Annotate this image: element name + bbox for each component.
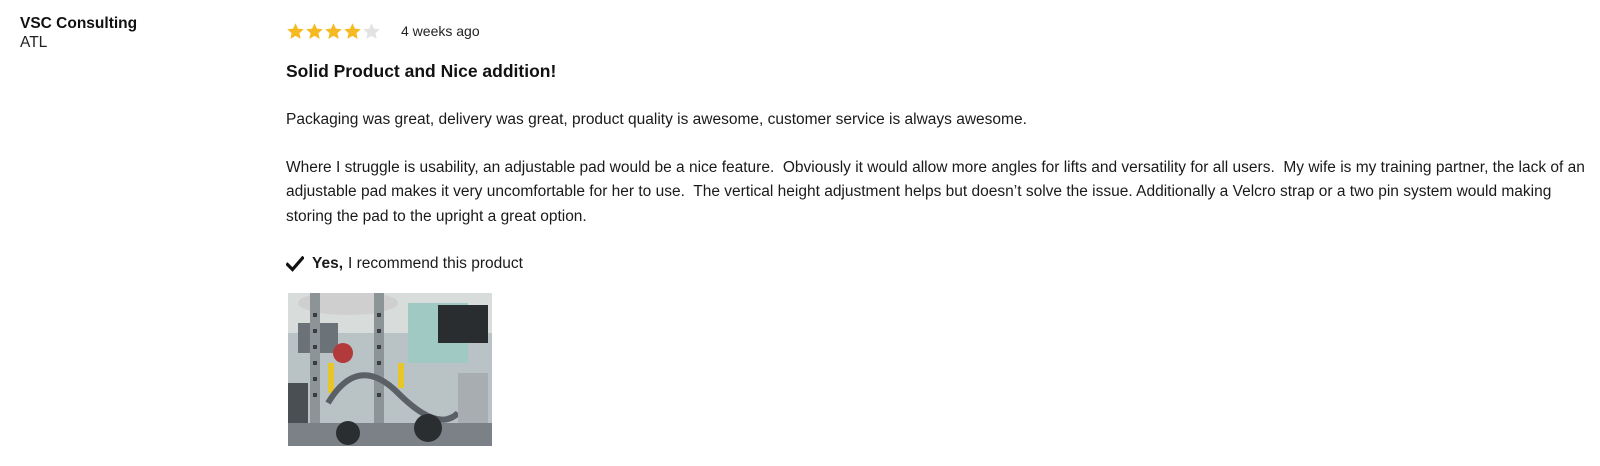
review-timestamp: 4 weeks ago bbox=[401, 23, 480, 39]
author-location: ATL bbox=[20, 34, 48, 51]
review-paragraph-2: Where I struggle is usability, an adjust… bbox=[286, 158, 1590, 225]
review-card: VSC Consulting ATL 4 weeks ago Solid Pro… bbox=[0, 0, 1600, 466]
recommend-text: I recommend this product bbox=[348, 255, 523, 272]
star-rating bbox=[286, 22, 381, 41]
gym-photo-image bbox=[288, 293, 492, 446]
rating-row: 4 weeks ago bbox=[286, 18, 1586, 44]
star-empty-icon bbox=[362, 22, 381, 41]
review-author: VSC Consulting ATL bbox=[20, 14, 137, 52]
star-filled-icon bbox=[286, 22, 305, 41]
recommend-yes-label: Yes, bbox=[312, 255, 344, 272]
star-filled-icon bbox=[324, 22, 343, 41]
review-photo-thumbnail[interactable] bbox=[288, 293, 492, 446]
review-content: 4 weeks ago Solid Product and Nice addit… bbox=[285, 18, 1590, 446]
checkmark-icon bbox=[285, 255, 305, 272]
star-filled-icon bbox=[305, 22, 324, 41]
author-name: VSC Consulting bbox=[20, 15, 138, 32]
star-filled-icon bbox=[343, 22, 362, 41]
review-paragraph-1: Packaging was great, delivery was great,… bbox=[286, 111, 1027, 128]
recommendation: Yes, I recommend this product bbox=[285, 253, 1586, 275]
review-title: Solid Product and Nice addition! bbox=[286, 61, 557, 81]
